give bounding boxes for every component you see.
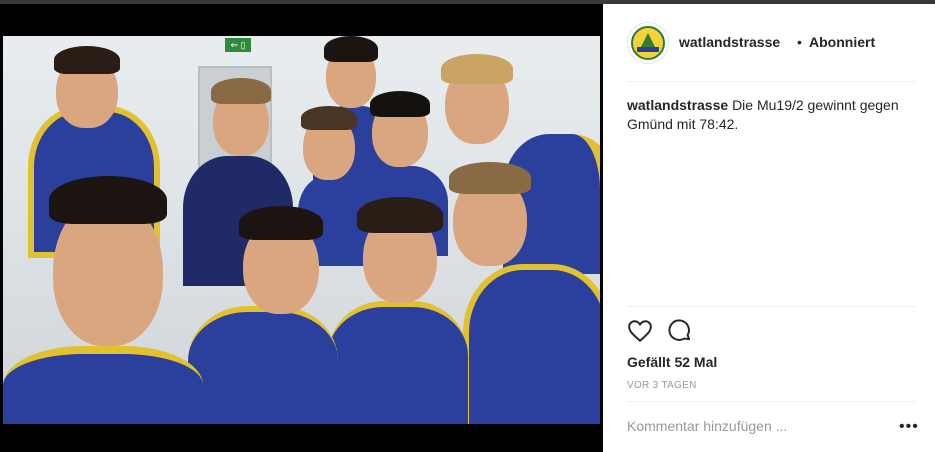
comment-divider xyxy=(627,401,915,402)
team-logo-icon xyxy=(631,26,665,60)
player xyxy=(3,176,213,424)
likes-count[interactable]: Gefällt 52 Mal xyxy=(627,354,717,370)
more-options-icon[interactable]: ••• xyxy=(899,418,919,436)
caption-username[interactable]: watlandstrasse xyxy=(627,97,728,113)
separator-dot: • xyxy=(797,34,802,50)
profile-avatar[interactable] xyxy=(627,22,669,64)
post-header: watlandstrasse • Abonniert xyxy=(627,22,915,64)
post-sidebar: watlandstrasse • Abonniert watlandstrass… xyxy=(603,4,935,452)
username-link[interactable]: watlandstrasse xyxy=(679,34,780,50)
player xyxy=(323,191,473,424)
header-divider xyxy=(627,81,915,82)
exit-sign: ⇐ ▯ xyxy=(225,38,251,52)
post-actions xyxy=(627,318,747,346)
team-photo: ⇐ ▯ xyxy=(3,36,600,424)
post-timestamp[interactable]: VOR 3 TAGEN xyxy=(627,380,697,391)
heart-icon[interactable] xyxy=(627,318,653,344)
comment-input[interactable]: Kommentar hinzufügen ... xyxy=(627,418,867,434)
actions-divider xyxy=(627,306,915,307)
post-media[interactable]: ⇐ ▯ xyxy=(0,4,603,452)
comment-bubble-icon[interactable] xyxy=(667,318,693,344)
follow-status-button[interactable]: Abonniert xyxy=(809,34,875,50)
post-caption: watlandstrasse Die Mu19/2 gewinnt gegen … xyxy=(627,96,915,134)
